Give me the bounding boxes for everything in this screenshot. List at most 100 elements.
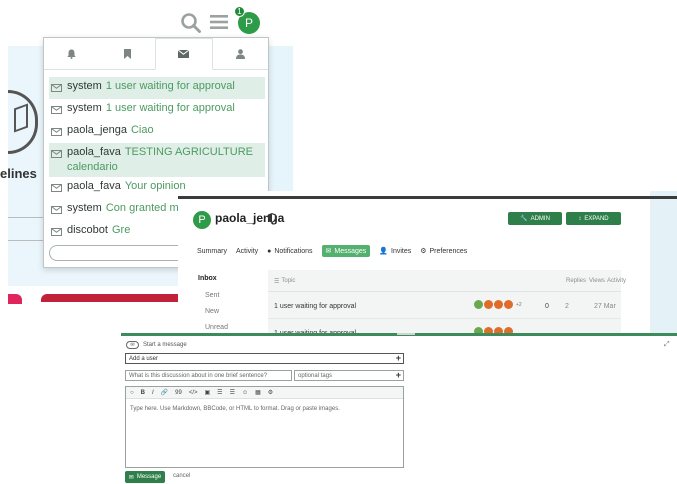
italic-button[interactable]: I [152,390,154,396]
list-item[interactable]: paola_jenga Ciao [49,121,265,143]
user-plus-icon: 👤 [379,248,388,255]
bullet-list-icon[interactable]: ☰ [217,389,222,396]
envelope-icon [51,101,67,119]
profile-page-edge [650,191,677,336]
message-title: Gre [111,224,131,236]
expand-button-label: EXPAND [584,215,609,222]
plus-icon[interactable]: + [396,353,401,363]
tab-summary[interactable]: Summary [197,248,227,255]
message-title: Ciao [130,124,154,136]
message-user: system [67,80,102,92]
composer-grip[interactable] [397,333,415,335]
reply-count: 0 [545,303,549,310]
settings-button[interactable]: ⚙ [268,389,273,396]
tab-activity[interactable]: Activity [236,248,258,255]
tab-notifications[interactable] [44,38,100,69]
column-topic[interactable]: ☰ Topic [274,278,295,285]
expand-button[interactable]: ↕ EXPAND [566,212,621,225]
tab-messages[interactable]: ✉ Messages [321,245,371,257]
blockquote-button[interactable]: 99 [175,390,182,396]
avatar[interactable] [504,300,513,309]
search-icon[interactable] [180,12,202,34]
tab-profile[interactable] [213,38,269,69]
calendar-icon[interactable]: ▦ [255,389,261,396]
cancel-link[interactable]: cancel [173,473,190,479]
envelope-icon [51,223,67,241]
title-input-placeholder: What is this discussion about in one bri… [129,372,268,379]
list-item[interactable]: paola_fava TESTING AGRICULTURE calendario [49,143,265,177]
admin-button[interactable]: 🔧 ADMIN [508,212,562,225]
editor-placeholder: Type here. Use Markdown, BBCode, or HTML… [130,406,340,412]
tab-label: Invites [391,247,412,255]
tab-bookmarks[interactable] [100,38,156,69]
list-item[interactable]: system 1 user waiting for approval [49,99,265,121]
message-user: paola_fava [67,180,121,192]
quote-icon[interactable]: ○ [130,390,134,396]
topic-title[interactable]: 1 user waiting for approval [274,303,356,310]
tab-invites[interactable]: 👤 Invites [379,247,412,256]
sidebar-item-new[interactable]: New [205,308,219,315]
message-title: 1 user waiting for approval [105,80,235,92]
message-user: system [67,102,102,114]
profile-header-bar [178,196,677,199]
menu-icon[interactable] [210,14,228,30]
envelope-icon [51,145,67,163]
message-user: system [67,202,102,214]
avatar[interactable]: P [193,211,211,229]
table-header: ☰ Topic Replies Views Activity [268,270,626,292]
list-item[interactable]: system 1 user waiting for approval [49,77,265,99]
user-icon [235,48,245,59]
divider [8,217,48,218]
column-activity[interactable]: Activity [607,278,626,284]
avatar[interactable] [494,300,503,309]
avatar[interactable] [484,300,493,309]
gear-icon: ⚙ [420,248,427,255]
column-views[interactable]: Views [589,278,605,284]
emoji-button[interactable]: ☺ [242,390,248,396]
plus-icon[interactable]: + [396,370,401,380]
link-icon[interactable]: 🔗 [161,389,168,396]
comment-icon: ● [267,247,272,255]
admin-button-label: ADMIN [530,215,550,222]
image-icon[interactable]: ▣ [205,389,211,396]
profile-nav: Summary Activity ● Notifications ✉ Message… [197,245,467,257]
book-icon [14,103,28,133]
send-message-button[interactable]: ✉ Message [125,471,165,483]
envelope-icon [51,179,67,197]
tab-label: Preferences [429,247,468,255]
bold-button[interactable]: B [141,390,145,396]
inbox-heading[interactable]: Inbox [198,275,217,282]
user-input[interactable]: Add a user + [125,353,404,364]
title-input[interactable]: What is this discussion about in one bri… [125,370,292,381]
editor[interactable]: ○ B I 🔗 99 </> ▣ ☰ ☰ ☺ ▦ ⚙ Type here. Us… [125,386,404,468]
send-button-label: Message [136,474,162,480]
envelope-icon: ✉ [128,474,134,481]
fullscreen-icon[interactable]: ⤢ [664,341,670,349]
sidebar-item-unread[interactable]: Unread [205,324,228,331]
poster-avatars: +2 [474,300,522,309]
envelope-icon [178,50,190,58]
shield-icon [268,213,276,223]
tab-label: Notifications [274,247,313,255]
avatar[interactable] [474,300,483,309]
message-user: paola_fava [67,146,121,158]
tags-input[interactable]: optional tags + [294,370,404,381]
list-icon: ☰ [274,279,280,285]
column-label: Topic [281,278,296,284]
numbered-list-icon[interactable]: ☰ [230,389,235,396]
background-tile [8,294,22,304]
code-button[interactable]: </> [189,390,198,396]
tab-label: Activity [235,247,259,255]
message-user: discobot [67,224,108,236]
tab-messages[interactable] [155,38,213,70]
tab-preferences[interactable]: ⚙ Preferences [420,247,468,256]
activity-date[interactable]: 27 Mar [594,303,616,310]
tags-input-placeholder: optional tags [298,372,333,379]
editor-toolbar: ○ B I 🔗 99 </> ▣ ☰ ☰ ☺ ▦ ⚙ [126,387,403,399]
column-replies[interactable]: Replies [566,278,586,284]
divider [8,240,48,241]
composer-action[interactable]: ✉ Start a message [126,341,187,349]
sidebar-item-sent[interactable]: Sent [205,292,219,299]
table-row[interactable]: 1 user waiting for approval +2 0 2 27 Ma… [268,293,621,319]
tab-notifications[interactable]: ● Notifications [267,248,312,255]
